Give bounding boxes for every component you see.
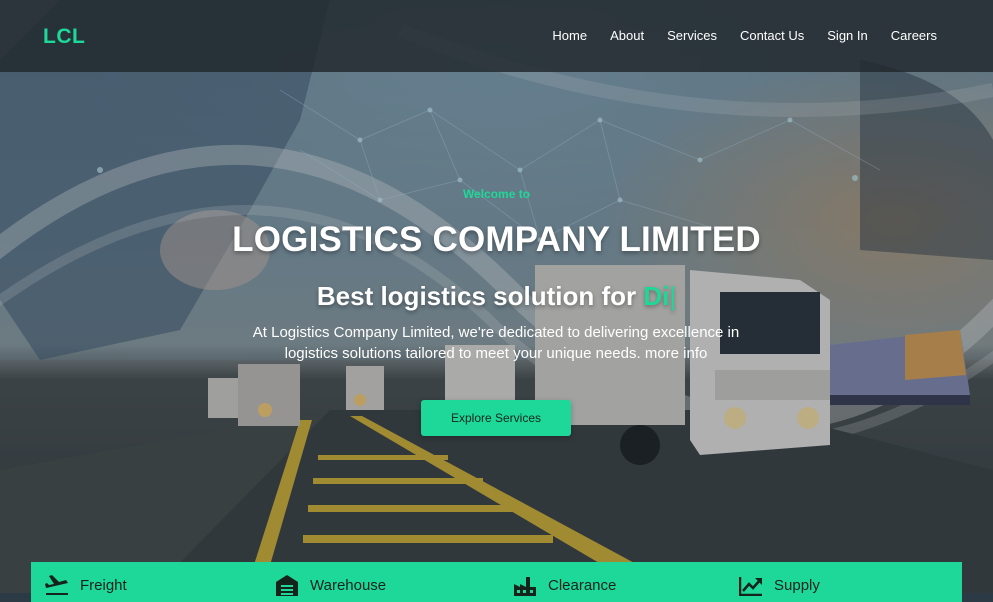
welcome-text: Welcome to: [462, 187, 531, 201]
service-label: Supply: [774, 576, 820, 594]
more-info-link[interactable]: more info: [645, 345, 708, 362]
hero-tagline: Best logistics solution for Di|: [0, 281, 993, 312]
nav-menu: Home About Services Contact Us Sign In C…: [552, 28, 937, 43]
explore-services-button[interactable]: Explore Services: [421, 400, 571, 436]
service-label: Warehouse: [310, 576, 387, 594]
nav-link-about[interactable]: About: [610, 28, 644, 43]
hero-description: At Logistics Company Limited, we're dedi…: [246, 322, 746, 364]
hero-title: LOGISTICS COMPANY LIMITED: [232, 220, 761, 259]
nav-link-home[interactable]: Home: [552, 28, 587, 43]
tagline-typed-word: Di: [643, 281, 670, 311]
nav-link-contact-us[interactable]: Contact Us: [740, 28, 804, 43]
nav-link-services[interactable]: Services: [667, 28, 717, 43]
typing-cursor: |: [669, 281, 677, 311]
top-navbar: LCL Home About Services Contact Us Sign …: [0, 0, 993, 72]
service-label: Freight: [80, 576, 127, 594]
nav-link-sign-in[interactable]: Sign In: [827, 28, 867, 43]
nav-link-careers[interactable]: Careers: [891, 28, 937, 43]
service-label: Clearance: [548, 576, 617, 594]
services-strip: Freight Warehouse Clearance Supply: [31, 562, 962, 602]
tagline-prefix: Best logistics solution for: [316, 281, 644, 311]
logo[interactable]: LCL: [43, 25, 85, 49]
